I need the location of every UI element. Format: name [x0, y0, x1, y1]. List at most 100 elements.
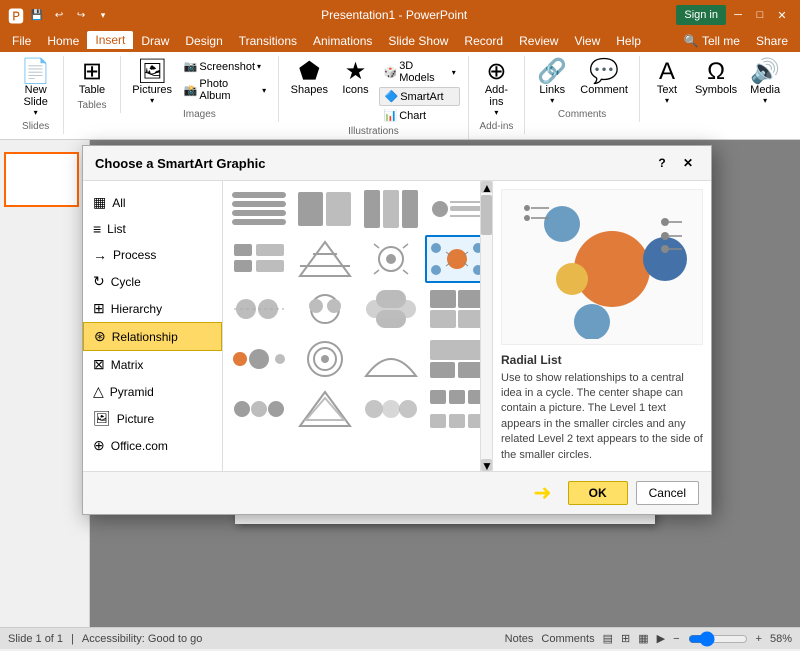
close-btn[interactable]: ✕: [772, 5, 792, 25]
grid-item-18[interactable]: [293, 385, 357, 433]
3dmodels-btn[interactable]: 🎲 3D Models ▾: [379, 58, 459, 86]
comment-label: Comment: [580, 84, 628, 96]
undo-btn[interactable]: ↩: [50, 6, 68, 24]
scrollbar-up-btn[interactable]: ▲: [481, 181, 492, 193]
grid-item-15[interactable]: [359, 335, 423, 383]
zoom-slider[interactable]: [688, 631, 748, 647]
cat-pyramid[interactable]: △ Pyramid: [83, 378, 222, 405]
cat-list[interactable]: ≡ List: [83, 216, 222, 242]
cat-office[interactable]: ⊕ Office.com: [83, 432, 222, 459]
preview-graphic: [501, 189, 703, 345]
menu-record[interactable]: Record: [456, 31, 511, 51]
grid-item-14[interactable]: [293, 335, 357, 383]
view-grid-icon[interactable]: ⊞: [621, 632, 630, 645]
view-slideshow-icon[interactable]: ▶: [657, 632, 665, 645]
pictures-arrow: ▾: [150, 96, 154, 105]
text-btn[interactable]: A Text ▾: [647, 58, 687, 107]
grid-item-9[interactable]: [227, 285, 291, 333]
maximize-btn[interactable]: □: [750, 5, 770, 25]
slide-thumbnail[interactable]: [4, 152, 79, 207]
chart-btn[interactable]: 📊 Chart: [379, 107, 459, 124]
title-bar-left: 🅿 💾 ↩ ↪ ▾: [8, 3, 112, 27]
menu-file[interactable]: File: [4, 31, 39, 51]
dialog-help-btn[interactable]: ?: [651, 152, 673, 174]
grid-item-13[interactable]: [227, 335, 291, 383]
grid-item-7[interactable]: [359, 235, 423, 283]
cancel-button[interactable]: Cancel: [636, 481, 699, 505]
addins-btn[interactable]: ⊕ Add-ins ▾: [476, 58, 516, 119]
table-btn[interactable]: ⊞ Table: [72, 58, 112, 98]
cat-hierarchy[interactable]: ⊞ Hierarchy: [83, 295, 222, 322]
cat-cycle[interactable]: ↻ Cycle: [83, 268, 222, 295]
view-reader-icon[interactable]: ▦: [638, 632, 648, 645]
menu-home[interactable]: Home: [39, 31, 87, 51]
addins-group-label: Add-ins: [479, 121, 513, 132]
grid-item-3[interactable]: [359, 185, 423, 233]
window-controls: Sign in ─ □ ✕: [676, 5, 792, 25]
grid-item-11[interactable]: [359, 285, 423, 333]
comments-btn[interactable]: Comments: [541, 633, 594, 645]
smartart-btn[interactable]: 🔷 SmartArt: [379, 87, 459, 106]
scrollbar-down-btn[interactable]: ▼: [481, 459, 492, 471]
scrollbar-thumb[interactable]: [481, 195, 492, 235]
grid-scrollbar[interactable]: ▲ ▼: [480, 181, 492, 471]
menu-share[interactable]: Share: [748, 31, 796, 51]
icons-icon: ★: [345, 60, 367, 84]
symbols-btn[interactable]: Ω Symbols: [691, 58, 741, 98]
grid-item-17[interactable]: [227, 385, 291, 433]
cat-process[interactable]: → Process: [83, 242, 222, 268]
menu-design[interactable]: Design: [177, 31, 230, 51]
screenshot-btn[interactable]: 📷 Screenshot ▾: [180, 58, 270, 75]
zoom-plus-btn[interactable]: +: [756, 633, 762, 645]
signin-btn[interactable]: Sign in: [676, 5, 726, 25]
menu-animations[interactable]: Animations: [305, 31, 380, 51]
pictures-btn[interactable]: 🖼 Pictures ▾: [129, 58, 176, 107]
shapes-btn[interactable]: ⬟ Shapes: [287, 58, 331, 98]
menu-help[interactable]: Help: [608, 31, 649, 51]
cat-hierarchy-icon: ⊞: [93, 300, 105, 317]
slide-panel: 1: [0, 140, 90, 627]
cat-all[interactable]: ▦ All: [83, 189, 222, 216]
menu-view[interactable]: View: [566, 31, 608, 51]
comment-btn[interactable]: 💬 Comment: [576, 58, 632, 98]
tables-items: ⊞ Table: [72, 58, 112, 98]
new-slide-btn[interactable]: 📄 NewSlide ▾: [16, 58, 56, 119]
cat-matrix[interactable]: ⊠ Matrix: [83, 351, 222, 378]
menu-review[interactable]: Review: [511, 31, 566, 51]
addins-arrow: ▾: [494, 108, 498, 117]
menu-bar: File Home Insert Draw Design Transitions…: [0, 30, 800, 52]
cat-relationship[interactable]: ⊛ Relationship: [83, 322, 222, 351]
dialog-close-btn[interactable]: ✕: [677, 152, 699, 174]
grid-item-2[interactable]: [293, 185, 357, 233]
grid-item-1[interactable]: [227, 185, 291, 233]
customize-btn[interactable]: ▾: [94, 6, 112, 24]
redo-btn[interactable]: ↪: [72, 6, 90, 24]
accessibility-status[interactable]: Accessibility: Good to go: [82, 633, 202, 645]
menu-transitions[interactable]: Transitions: [231, 31, 305, 51]
media-btn[interactable]: 🔊 Media ▾: [745, 58, 785, 107]
zoom-minus-btn[interactable]: −: [673, 633, 679, 645]
dialog-title: Choose a SmartArt Graphic: [95, 156, 266, 171]
notes-btn[interactable]: Notes: [505, 633, 534, 645]
menu-draw[interactable]: Draw: [133, 31, 177, 51]
cat-list-icon: ≡: [93, 221, 101, 237]
links-btn[interactable]: 🔗 Links ▾: [532, 58, 572, 107]
quick-save-btn[interactable]: 💾: [28, 6, 46, 24]
new-slide-icon: 📄: [21, 60, 51, 84]
menu-insert[interactable]: Insert: [87, 31, 133, 51]
slides-group-label: Slides: [22, 121, 49, 132]
icons-btn[interactable]: ★ Icons: [335, 58, 375, 98]
cat-picture[interactable]: 🖼 Picture: [83, 405, 222, 432]
grid-item-19[interactable]: [359, 385, 423, 433]
grid-item-5[interactable]: [227, 235, 291, 283]
minimize-btn[interactable]: ─: [728, 5, 748, 25]
ok-button[interactable]: OK: [568, 481, 628, 505]
links-group-label: Comments: [558, 109, 606, 120]
grid-item-10[interactable]: [293, 285, 357, 333]
grid-item-6[interactable]: [293, 235, 357, 283]
menu-search[interactable]: 🔍 Tell me: [676, 31, 748, 51]
menu-slideshow[interactable]: Slide Show: [380, 31, 456, 51]
view-normal-icon[interactable]: ▤: [603, 632, 613, 645]
photoalbum-btn[interactable]: 📸 Photo Album ▾: [180, 76, 270, 104]
illustrations-group-label: Illustrations: [348, 126, 399, 137]
